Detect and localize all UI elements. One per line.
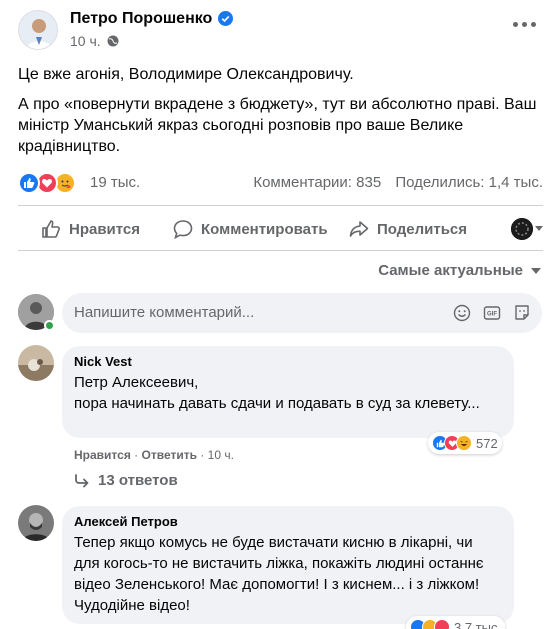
divider <box>18 250 543 251</box>
post-header: Петро Порошенко 10 ч. <box>18 10 538 56</box>
comments-count-link[interactable]: Комментарии: 835 <box>253 174 381 191</box>
reaction-icons[interactable] <box>18 172 88 194</box>
post-body: Це вже агонія, Володимире Олександровичу… <box>18 64 543 166</box>
more-options-icon[interactable] <box>510 16 538 32</box>
comment-text: Тепер якщо комусь не буде вистачати кисн… <box>74 534 484 614</box>
like-button-label: Нравится <box>69 220 141 238</box>
comment-text: Петр Алексеевич, пора начинать давать сд… <box>74 374 480 412</box>
comment-actions: Нравится · Ответить · 10 ч. <box>74 448 234 462</box>
comment-input-placeholder: Напишите комментарий... <box>74 304 255 321</box>
comment-icon <box>173 220 193 240</box>
chevron-down-icon <box>531 267 541 274</box>
page-selector-avatar[interactable] <box>511 218 533 240</box>
gif-icon[interactable]: GIF <box>482 303 502 323</box>
separator-dot: · <box>134 448 142 462</box>
post-paragraph: Це вже агонія, Володимире Олександровичу… <box>18 66 354 83</box>
comment-button-label: Комментировать <box>201 220 328 238</box>
comment-reactions[interactable]: 572 <box>428 432 502 454</box>
sort-label: Самые актуальные <box>378 262 523 279</box>
like-button[interactable]: Нравится <box>40 210 140 248</box>
replies-count-label: 13 ответов <box>98 472 178 489</box>
emoji-icon[interactable] <box>452 303 472 323</box>
chevron-down-icon[interactable] <box>535 226 543 231</box>
comment-like-link[interactable]: Нравится <box>74 448 131 462</box>
comment-sort-dropdown[interactable]: Самые актуальные <box>378 262 541 279</box>
divider <box>18 205 543 206</box>
post-action-bar: Нравится Комментировать Поделиться <box>18 210 543 248</box>
share-icon <box>349 221 369 237</box>
composer-tools: GIF <box>452 303 532 323</box>
author-avatar[interactable] <box>18 10 58 50</box>
globe-icon <box>107 35 119 47</box>
share-button-label: Поделиться <box>377 220 468 238</box>
commenter-avatar[interactable] <box>18 345 54 381</box>
author-name[interactable]: Петро Порошенко <box>70 10 212 28</box>
post-stats: Комментарии: 835 Поделились: 1,4 тыс. <box>243 174 543 191</box>
like-reaction-icon <box>18 172 40 194</box>
thumbs-up-icon <box>42 220 60 238</box>
comment-author[interactable]: Алексей Петров <box>74 514 502 529</box>
reply-arrow-icon <box>75 473 89 487</box>
comment-timestamp[interactable]: 10 ч. <box>208 448 234 462</box>
shares-count-link[interactable]: Поделились: 1,4 тыс. <box>395 174 543 191</box>
separator-dot: · <box>200 448 208 462</box>
view-replies-button[interactable]: 13 ответов <box>74 472 178 489</box>
comment-reactions[interactable]: 3,7 тыс. <box>406 616 506 629</box>
reactions-summary: 19 тыс. Комментарии: 835 Поделились: 1,4… <box>18 172 543 194</box>
haha-reaction-icon <box>456 435 472 451</box>
comment-reaction-count: 572 <box>476 435 498 451</box>
online-status-dot <box>44 320 55 331</box>
sticker-icon[interactable] <box>512 303 532 323</box>
svg-text:GIF: GIF <box>487 312 497 318</box>
comment-reaction-count: 3,7 тыс. <box>454 619 502 629</box>
comment-bubble: Nick Vest Петр Алексеевич, пора начинать… <box>62 346 514 438</box>
comment-button[interactable]: Комментировать <box>172 210 328 248</box>
commenter-avatar[interactable] <box>18 505 54 541</box>
reaction-count[interactable]: 19 тыс. <box>90 174 140 191</box>
share-button[interactable]: Поделиться <box>348 210 467 248</box>
post-paragraph: А про «повернути вкрадене з бюджету», ту… <box>18 96 537 155</box>
post-timestamp[interactable]: 10 ч. <box>70 33 101 49</box>
comment-author[interactable]: Nick Vest <box>74 354 502 369</box>
comment-input[interactable]: Напишите комментарий... GIF <box>62 293 542 333</box>
verified-badge-icon <box>218 11 233 26</box>
love-reaction-icon <box>434 619 450 629</box>
comment-reply-link[interactable]: Ответить <box>142 448 197 462</box>
comment-bubble: Алексей Петров Тепер якщо комусь не буде… <box>62 506 514 624</box>
